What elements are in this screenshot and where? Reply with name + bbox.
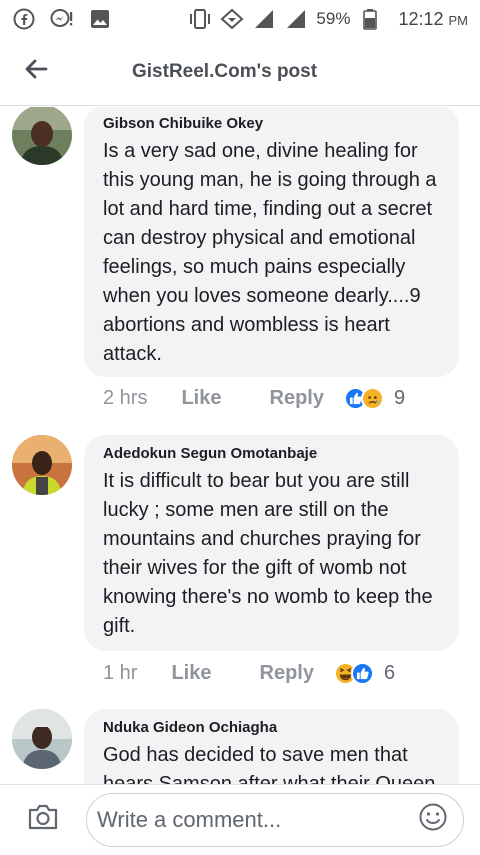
back-button[interactable] — [0, 38, 72, 106]
comment-text: It is difficult to bear but you are stil… — [103, 470, 433, 637]
post-header: GistReel.Com's post — [0, 38, 480, 106]
facebook-icon — [12, 7, 36, 31]
comment-bubble[interactable]: Adedokun Segun Omotanbaje It is difficul… — [84, 435, 459, 651]
comment-time[interactable]: 2 hrs — [103, 387, 147, 410]
gallery-icon — [88, 7, 112, 31]
signal-icon — [284, 7, 308, 31]
comment-author[interactable]: Adedokun Segun Omotanbaje — [103, 445, 441, 463]
comment-author[interactable]: Gibson Chibuike Okey — [103, 115, 441, 133]
clock-time: 12:12 — [398, 8, 444, 29]
messenger-icon — [50, 7, 74, 31]
reaction-count[interactable]: 9 — [394, 387, 405, 410]
avatar[interactable] — [12, 435, 72, 495]
comment-text: God has decided to save men that hears S… — [103, 744, 436, 784]
data-saver-icon — [220, 7, 244, 31]
comment-actions: 2 hrs Like Reply 9 — [103, 387, 405, 410]
reactions-summary[interactable] — [343, 387, 384, 410]
battery-icon — [358, 7, 382, 31]
comment-input[interactable]: Write a comment... — [86, 792, 464, 847]
comment-actions: 1 hr Like Reply 6 — [103, 662, 395, 685]
clock-ampm: PM — [448, 12, 469, 28]
like-reaction-icon — [350, 662, 374, 685]
reaction-count[interactable]: 6 — [384, 662, 395, 685]
comments-list[interactable]: Gibson Chibuike Okey Is a very sad one, … — [0, 107, 480, 784]
like-button[interactable]: Like — [181, 387, 221, 410]
reactions-summary[interactable] — [333, 662, 374, 685]
comment-composer: Write a comment... — [0, 784, 480, 854]
signal-icon — [252, 7, 276, 31]
arrow-left-icon — [24, 58, 48, 85]
emoji-icon — [418, 802, 448, 838]
status-bar: 59% 12:12 PM — [0, 0, 480, 38]
vibrate-icon — [188, 7, 212, 31]
comment-author[interactable]: Nduka Gideon Ochiagha — [103, 719, 441, 737]
emoji-button[interactable] — [417, 802, 449, 838]
reply-button[interactable]: Reply — [270, 387, 324, 410]
avatar[interactable] — [12, 107, 72, 165]
like-button[interactable]: Like — [171, 662, 211, 685]
comment-time[interactable]: 1 hr — [103, 662, 137, 685]
comment-bubble[interactable]: Nduka Gideon Ochiagha God has decided to… — [84, 709, 459, 784]
avatar[interactable] — [12, 709, 72, 769]
camera-icon — [27, 803, 59, 836]
camera-button[interactable] — [0, 785, 86, 855]
comment-text: Is a very sad one, divine healing for th… — [103, 140, 437, 365]
battery-percent: 59% — [316, 9, 351, 28]
comment-input-placeholder[interactable]: Write a comment... — [97, 807, 417, 833]
page-title: GistReel.Com's post — [132, 60, 318, 82]
comment-bubble[interactable]: Gibson Chibuike Okey Is a very sad one, … — [84, 107, 459, 377]
reply-button[interactable]: Reply — [260, 662, 314, 685]
clock: 12:12 PM — [398, 9, 468, 30]
sad-reaction-icon — [360, 387, 384, 410]
